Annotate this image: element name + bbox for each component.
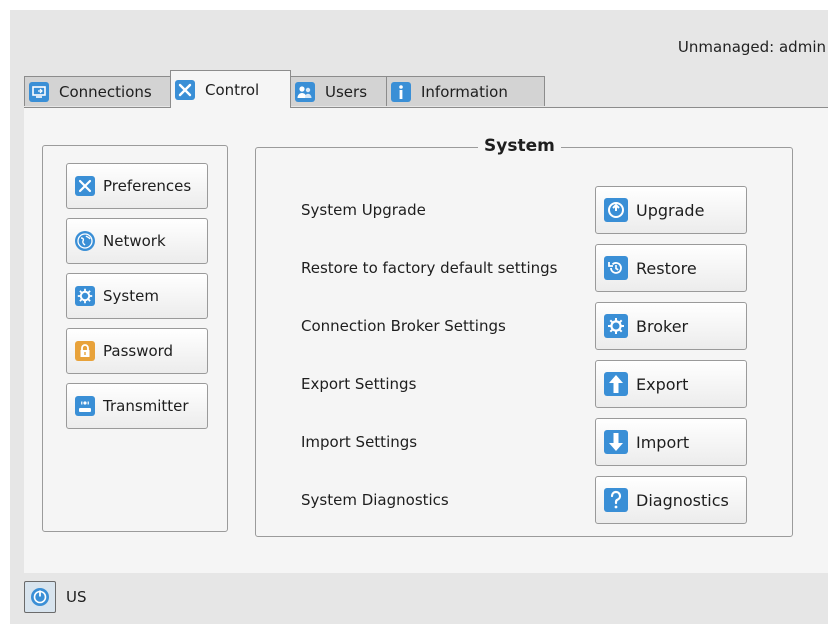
restore-button[interactable]: Restore xyxy=(595,244,747,292)
button-label: Export xyxy=(636,374,689,394)
import-settings-label: Import Settings xyxy=(301,433,418,451)
app-window: Unmanaged: admin Connections Control Use… xyxy=(10,10,828,624)
button-label: Import xyxy=(636,432,690,452)
button-label: Restore xyxy=(636,258,697,278)
tab-connections[interactable]: Connections xyxy=(24,76,171,106)
gear-icon xyxy=(75,286,95,306)
upgrade-button[interactable]: Upgrade xyxy=(595,186,747,234)
tab-label: Connections xyxy=(59,82,152,101)
upgrade-icon xyxy=(604,198,628,222)
diagnostics-button[interactable]: Diagnostics xyxy=(595,476,747,524)
network-button[interactable]: Network xyxy=(66,218,208,264)
tab-information[interactable]: Information xyxy=(386,76,545,106)
control-sidebar: Preferences Network System Password Tran… xyxy=(42,145,228,532)
button-label: Broker xyxy=(636,316,689,336)
nav-label: Network xyxy=(103,232,166,250)
import-button[interactable]: Import xyxy=(595,418,747,466)
lock-icon xyxy=(75,341,95,361)
preferences-button[interactable]: Preferences xyxy=(66,163,208,209)
connections-icon xyxy=(29,81,49,102)
gear-icon xyxy=(604,314,628,338)
tab-label: Control xyxy=(205,80,260,99)
status-bar: US xyxy=(24,578,87,616)
nav-label: System xyxy=(103,287,159,305)
restore-label: Restore to factory default settings xyxy=(301,259,558,277)
system-diagnostics-label: System Diagnostics xyxy=(301,491,449,509)
question-icon xyxy=(604,488,628,512)
transmitter-icon xyxy=(75,396,95,416)
button-label: Diagnostics xyxy=(636,490,729,510)
password-button[interactable]: Password xyxy=(66,328,208,374)
nav-label: Password xyxy=(103,342,174,360)
system-upgrade-label: System Upgrade xyxy=(301,201,426,219)
transmitter-button[interactable]: Transmitter xyxy=(66,383,208,429)
users-icon xyxy=(295,81,315,102)
system-button[interactable]: System xyxy=(66,273,208,319)
broker-button[interactable]: Broker xyxy=(595,302,747,350)
globe-icon xyxy=(75,231,95,251)
tab-users[interactable]: Users xyxy=(290,76,387,106)
export-settings-label: Export Settings xyxy=(301,375,417,393)
tools-icon xyxy=(175,79,195,100)
tab-label: Users xyxy=(325,82,368,101)
tools-icon xyxy=(75,176,95,196)
user-status-label: Unmanaged: admin xyxy=(677,38,826,56)
group-title: System xyxy=(478,136,561,156)
power-icon[interactable] xyxy=(24,581,56,613)
info-icon xyxy=(391,81,411,102)
tab-label: Information xyxy=(421,82,508,101)
system-group: System System Upgrade Upgrade Restore to… xyxy=(255,136,793,537)
tab-control[interactable]: Control xyxy=(170,70,291,108)
arrow-down-icon xyxy=(604,430,628,454)
broker-settings-label: Connection Broker Settings xyxy=(301,317,506,335)
arrow-up-icon xyxy=(604,372,628,396)
control-panel: Preferences Network System Password Tran… xyxy=(24,107,828,573)
export-button[interactable]: Export xyxy=(595,360,747,408)
nav-label: Preferences xyxy=(103,177,192,195)
button-label: Upgrade xyxy=(636,200,705,220)
nav-label: Transmitter xyxy=(103,397,189,415)
restore-icon xyxy=(604,256,628,280)
keyboard-language: US xyxy=(66,588,87,606)
